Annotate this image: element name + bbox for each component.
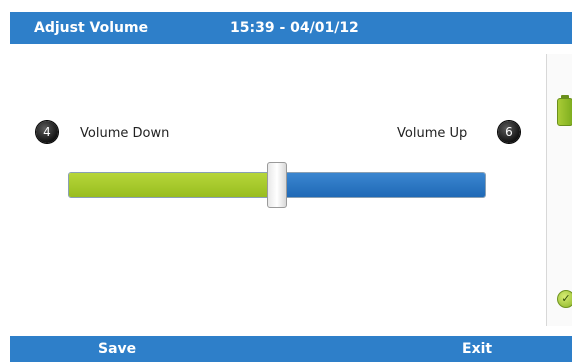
battery-icon xyxy=(557,95,572,126)
softkey-bar: Save Exit xyxy=(10,336,572,362)
status-side-panel: ✓ xyxy=(546,54,572,326)
exit-softkey[interactable]: Exit xyxy=(462,336,492,362)
title-bar: Adjust Volume 15:39 - 04/01/12 xyxy=(10,12,572,44)
volume-up-key-badge[interactable]: 6 xyxy=(498,121,520,143)
volume-level-fill xyxy=(69,173,278,197)
volume-down-key-badge[interactable]: 4 xyxy=(36,121,58,143)
volume-up-label: Volume Up xyxy=(397,126,468,141)
device-screen: Adjust Volume 15:39 - 04/01/12 4 Volume … xyxy=(0,0,572,362)
volume-slider-thumb[interactable] xyxy=(267,162,287,208)
volume-down-label: Volume Down xyxy=(80,126,170,141)
save-softkey[interactable]: Save xyxy=(98,336,136,362)
screen-title: Adjust Volume xyxy=(34,20,149,36)
volume-remaining-track xyxy=(276,173,485,197)
date-time: 15:39 - 04/01/12 xyxy=(230,20,359,36)
check-icon: ✓ xyxy=(557,290,572,308)
